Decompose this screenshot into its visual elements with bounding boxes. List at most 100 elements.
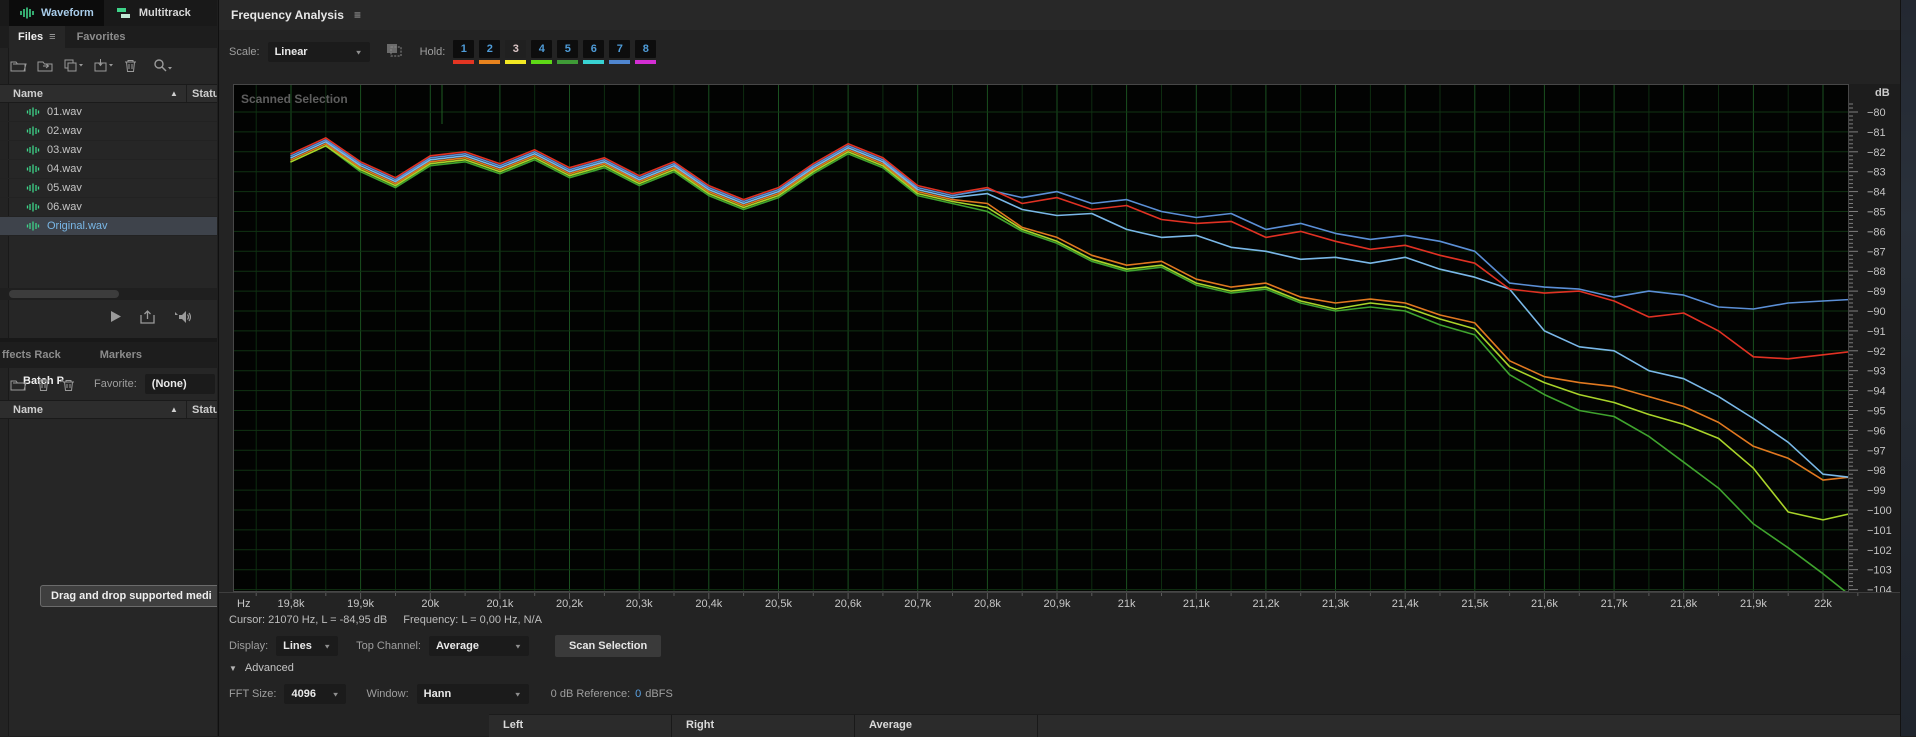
clear-all-button[interactable]	[60, 378, 76, 391]
open-folder-icon	[10, 59, 27, 72]
svg-text:−88: −88	[1867, 266, 1886, 278]
files-column-header[interactable]: Name ▲ Status	[0, 84, 217, 103]
hold-color-swatch	[453, 60, 474, 64]
hold-button-7[interactable]: 7	[609, 40, 630, 64]
hold-color-swatch	[609, 60, 630, 64]
scale-dropdown[interactable]: Linear▼	[268, 42, 370, 62]
hold-button-1[interactable]: 1	[453, 40, 474, 64]
file-row[interactable]: 04.wav	[0, 160, 217, 179]
svg-text:21,6k: 21,6k	[1531, 598, 1558, 610]
hold-button-8[interactable]: 8	[635, 40, 656, 64]
audio-file-icon	[26, 202, 40, 212]
files-hscrollbar[interactable]	[0, 288, 217, 300]
column-right[interactable]: Right	[672, 715, 855, 737]
new-content-button[interactable]	[64, 59, 84, 72]
window-dropdown[interactable]: Hann▼	[417, 684, 529, 704]
frequency-chart[interactable]: dB−80−81−82−83−84−85−86−87−88−89−90−91−9…	[219, 84, 1901, 614]
svg-text:21,7k: 21,7k	[1601, 598, 1628, 610]
tab-markers[interactable]: Markers	[91, 342, 151, 368]
file-row-selected[interactable]: Original.wav	[0, 217, 217, 236]
svg-text:20,9k: 20,9k	[1044, 598, 1071, 610]
search-button[interactable]	[153, 58, 173, 72]
files-hscrollbar-thumb[interactable]	[9, 290, 119, 298]
frequency-panel-header[interactable]: Frequency Analysis ≡	[219, 0, 1900, 30]
import-file-button[interactable]	[37, 59, 54, 72]
lower-open-button[interactable]	[10, 378, 27, 391]
files-panel-menu-icon[interactable]: ≡	[49, 31, 55, 43]
tab-favorites[interactable]: Favorites	[68, 26, 135, 48]
svg-text:−93: −93	[1867, 366, 1886, 378]
spectrum-plot[interactable]: dB−80−81−82−83−84−85−86−87−88−89−90−91−9…	[219, 84, 1901, 617]
favorite-dropdown[interactable]: (None)	[145, 374, 215, 394]
svg-text:−99: −99	[1867, 485, 1886, 497]
insert-into-multitrack-button[interactable]	[94, 59, 114, 72]
tab-files-label: Files	[18, 31, 43, 43]
svg-text:−100: −100	[1867, 505, 1892, 517]
chevron-down-icon: ▼	[324, 690, 340, 697]
hold-button-2[interactable]: 2	[479, 40, 500, 64]
lower-column-header[interactable]: Name ▲ Status	[0, 400, 217, 419]
import-folder-icon	[37, 59, 54, 72]
hold-button-4[interactable]: 4	[531, 40, 552, 64]
frequency-analysis-panel: Frequency Analysis ≡ Scale: Linear▼ Hold…	[218, 0, 1900, 736]
file-row[interactable]: 02.wav	[0, 122, 217, 141]
svg-text:−90: −90	[1867, 306, 1886, 318]
column-divider[interactable]	[186, 401, 187, 418]
hold-color-swatch	[635, 60, 656, 64]
file-row[interactable]: 03.wav	[0, 141, 217, 160]
view-tab-bar: Waveform Multitrack	[0, 0, 217, 26]
advanced-toggle[interactable]: ▼ Advanced	[229, 660, 294, 676]
loop-playback-button[interactable]	[140, 310, 156, 327]
audio-file-icon	[26, 183, 40, 193]
open-file-button[interactable]	[10, 59, 27, 72]
tab-effects-rack[interactable]: ffects Rack	[0, 342, 70, 368]
drag-drop-tooltip: Drag and drop supported medi	[40, 585, 217, 607]
fft-size-value: 4096	[291, 688, 315, 700]
reference-value[interactable]: 0	[635, 688, 641, 700]
audio-file-icon	[26, 126, 40, 136]
play-button[interactable]	[110, 310, 122, 326]
scan-selection-button[interactable]: Scan Selection	[555, 635, 661, 657]
fft-size-dropdown[interactable]: 4096 ▼	[284, 684, 346, 704]
svg-text:20,8k: 20,8k	[974, 598, 1001, 610]
svg-text:−98: −98	[1867, 465, 1886, 477]
tab-waveform[interactable]: Waveform	[9, 0, 104, 26]
favorite-label: Favorite:	[94, 378, 137, 390]
trash-clear-icon	[60, 378, 76, 391]
file-row[interactable]: 06.wav	[0, 198, 217, 217]
svg-text:−97: −97	[1867, 445, 1886, 457]
lower-delete-button[interactable]	[37, 378, 50, 391]
tab-multitrack[interactable]: Multitrack	[107, 0, 201, 26]
column-status: Status	[192, 88, 217, 100]
top-channel-dropdown[interactable]: Average▼	[429, 636, 529, 656]
tab-files[interactable]: Files ≡	[9, 26, 65, 48]
audio-file-icon	[26, 221, 40, 231]
file-row[interactable]: 05.wav	[0, 179, 217, 198]
column-average[interactable]: Average	[855, 715, 1038, 737]
hold-button-6[interactable]: 6	[583, 40, 604, 64]
copy-graph-button[interactable]	[386, 43, 404, 61]
svg-text:20,5k: 20,5k	[765, 598, 792, 610]
display-value: Lines	[283, 640, 312, 652]
fft-row: FFT Size: 4096▼ Window: Hann▼ 0 dB Refer…	[229, 682, 673, 706]
svg-text:−92: −92	[1867, 346, 1886, 358]
window-value: Hann	[424, 688, 452, 700]
column-divider[interactable]	[186, 85, 187, 102]
files-tab-bar: Files ≡ Favorites	[0, 26, 217, 48]
display-dropdown[interactable]: Lines▼	[276, 636, 338, 656]
delete-button[interactable]	[124, 59, 137, 72]
column-left[interactable]: Left	[489, 715, 672, 737]
svg-text:21,8k: 21,8k	[1670, 598, 1697, 610]
svg-text:20k: 20k	[421, 598, 439, 610]
hold-button-5[interactable]: 5	[557, 40, 578, 64]
svg-text:21,4k: 21,4k	[1392, 598, 1419, 610]
file-row[interactable]: 01.wav	[0, 103, 217, 122]
open-folder-icon	[10, 378, 27, 391]
panel-menu-icon[interactable]: ≡	[354, 8, 361, 22]
svg-text:dB: dB	[1875, 87, 1890, 99]
chevron-down-icon: ▼	[315, 642, 331, 649]
auto-play-button[interactable]	[174, 310, 191, 327]
sort-asc-icon: ▲	[170, 89, 178, 98]
display-row: Display: Lines▼ Top Channel: Average▼ Sc…	[229, 634, 661, 658]
hold-button-3[interactable]: 3	[505, 40, 526, 64]
